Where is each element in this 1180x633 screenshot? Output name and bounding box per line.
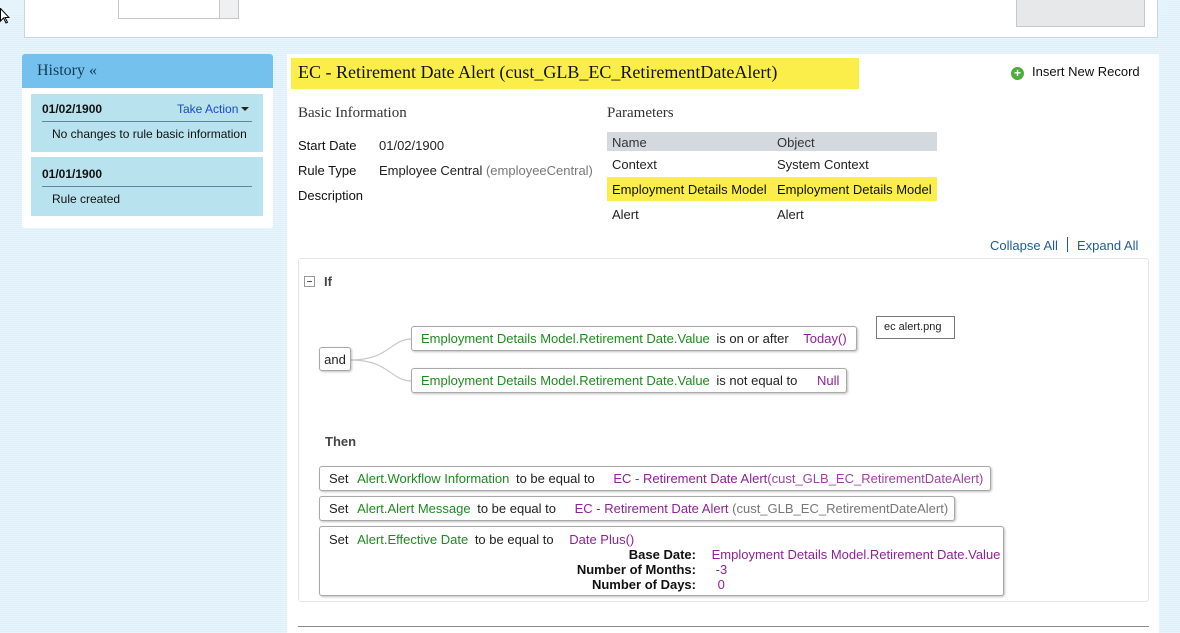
parameter-object: Alert xyxy=(777,207,804,222)
action-value[interactable]: Date Plus() xyxy=(569,532,634,547)
parameters-col-name: Name xyxy=(612,135,647,150)
condition-box[interactable]: Employment Details Model.Retirement Date… xyxy=(411,326,857,351)
function-param-label: Base Date: xyxy=(628,547,696,562)
parameters-heading: Parameters xyxy=(607,105,674,121)
action-box[interactable]: Set Alert.Workflow Information to be equ… xyxy=(319,466,991,491)
history-entry-date: 01/02/1900 xyxy=(42,102,103,116)
history-divider xyxy=(42,121,252,122)
take-action-label[interactable]: Take Action xyxy=(177,102,238,116)
insert-new-record-label[interactable]: Insert New Record xyxy=(1032,64,1140,79)
chevron-down-icon[interactable] xyxy=(241,107,250,111)
action-box[interactable]: Set Alert.Effective Date to be equal to … xyxy=(319,526,1004,596)
condition-operator[interactable]: is on or after xyxy=(716,331,788,346)
history-entry-text: No changes to rule basic information xyxy=(52,127,247,141)
function-param-value[interactable]: -3 xyxy=(716,562,728,577)
action-verb: Set xyxy=(329,501,349,516)
action-field[interactable]: Alert.Effective Date xyxy=(357,532,468,547)
collapse-toggle-icon[interactable] xyxy=(304,276,315,287)
rule-type-name: Employee Central xyxy=(379,163,483,178)
history-header[interactable]: History « xyxy=(22,54,273,88)
description-label: Description xyxy=(298,188,364,203)
action-field[interactable]: Alert.Workflow Information xyxy=(357,471,509,486)
take-action-dropdown[interactable]: Take Action xyxy=(177,102,250,116)
rule-type-label: Rule Type xyxy=(298,163,357,178)
expand-all-link[interactable]: Expand All xyxy=(1077,238,1138,253)
function-param-label: Number of Days: xyxy=(591,577,696,592)
basic-information-heading: Basic Information xyxy=(298,105,407,121)
action-box[interactable]: Set Alert.Alert Message to be equal to E… xyxy=(319,496,955,521)
top-search-input[interactable] xyxy=(118,0,220,19)
start-date-label: Start Date xyxy=(298,138,357,153)
action-value[interactable]: EC - Retirement Date Alert xyxy=(575,501,729,516)
bottom-divider xyxy=(298,626,1149,627)
top-search-button[interactable] xyxy=(219,0,239,19)
condition-box[interactable]: Employment Details Model.Retirement Date… xyxy=(411,368,847,393)
condition-value[interactable]: Null xyxy=(817,373,839,388)
action-value-code[interactable]: (cust_GLB_EC_RetirementDateAlert) xyxy=(732,501,948,516)
function-param-row: Number of Months: -3 xyxy=(536,562,727,577)
condition-operator[interactable]: is not equal to xyxy=(716,373,797,388)
mouse-cursor-icon xyxy=(0,8,10,24)
history-entry-text: Rule created xyxy=(52,192,121,206)
function-param-value[interactable]: 0 xyxy=(718,577,725,592)
parameter-name: Alert xyxy=(612,207,639,222)
parameter-object: System Context xyxy=(777,157,869,172)
top-action-button[interactable] xyxy=(1016,0,1145,27)
history-divider xyxy=(42,186,252,187)
function-param-row: Base Date: Employment Details Model.Reti… xyxy=(536,547,1001,562)
history-entry: 01/02/1900 Take Action No changes to rul… xyxy=(31,94,263,152)
action-operator[interactable]: to be equal to xyxy=(475,532,554,547)
and-operator-label: and xyxy=(324,352,346,367)
condition-connector xyxy=(349,338,413,382)
collapse-all-link[interactable]: Collapse All xyxy=(990,238,1058,253)
action-value[interactable]: EC - Retirement Date Alert xyxy=(613,471,767,486)
function-param-value[interactable]: Employment Details Model.Retirement Date… xyxy=(712,547,1001,562)
history-entry-date: 01/01/1900 xyxy=(42,167,103,181)
and-operator-box[interactable]: and xyxy=(319,347,351,371)
action-operator[interactable]: to be equal to xyxy=(516,471,595,486)
function-param-row: Number of Days: 0 xyxy=(536,577,725,592)
insert-new-record-button[interactable]: + Insert New Record xyxy=(1011,64,1140,80)
rule-type-value: Employee Central (employeeCentral) xyxy=(379,163,593,178)
if-label: If xyxy=(324,274,332,289)
attachment-label: ec alert.png xyxy=(876,316,955,339)
parameters-col-object: Object xyxy=(777,135,815,150)
action-field[interactable]: Alert.Alert Message xyxy=(357,501,470,516)
parameter-name: Employment Details Model xyxy=(612,182,767,197)
rule-type-code: (employeeCentral) xyxy=(485,163,593,178)
action-line: Set Alert.Effective Date to be equal to … xyxy=(329,532,634,547)
condition-field[interactable]: Employment Details Model.Retirement Date… xyxy=(421,373,710,388)
page-title: EC - Retirement Date Alert (cust_GLB_EC_… xyxy=(298,62,778,82)
condition-field[interactable]: Employment Details Model.Retirement Date… xyxy=(421,331,710,346)
parameter-object: Employment Details Model xyxy=(777,182,932,197)
history-entry: 01/01/1900 Rule created xyxy=(31,157,263,216)
then-label: Then xyxy=(325,434,357,449)
action-verb: Set xyxy=(329,471,349,486)
action-value-code[interactable]: (cust_GLB_EC_RetirementDateAlert) xyxy=(767,471,983,486)
action-verb: Set xyxy=(329,532,349,547)
parameter-name: Context xyxy=(612,157,657,172)
history-title[interactable]: History « xyxy=(37,62,97,80)
start-date-value: 01/02/1900 xyxy=(379,138,445,153)
add-icon[interactable]: + xyxy=(1011,67,1024,80)
action-operator[interactable]: to be equal to xyxy=(477,501,556,516)
function-param-label: Number of Months: xyxy=(576,562,696,577)
condition-value[interactable]: Today() xyxy=(803,331,846,346)
history-panel: History « 01/02/1900 Take Action No chan… xyxy=(22,54,273,228)
parameters-table-header xyxy=(607,132,937,151)
link-separator xyxy=(1067,237,1068,252)
